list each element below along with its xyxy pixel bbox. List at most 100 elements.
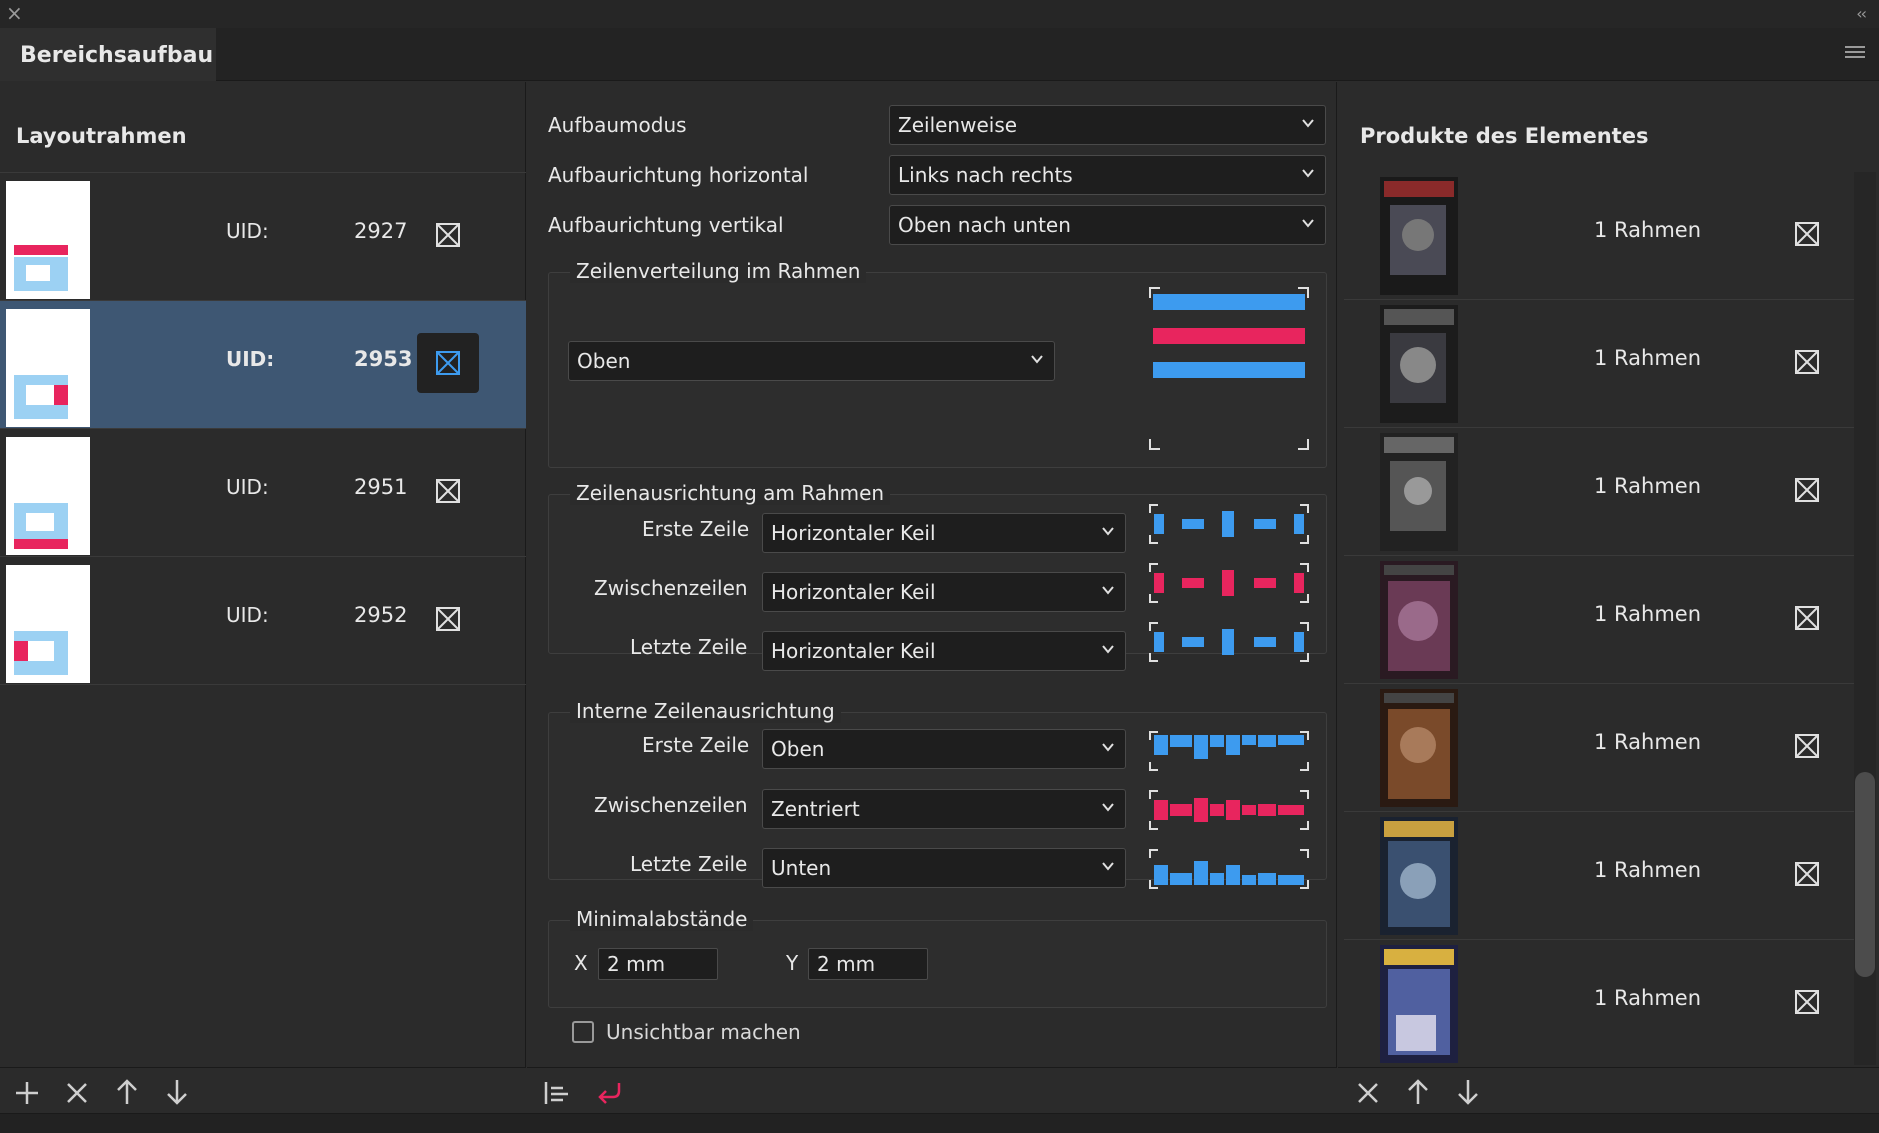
min-distance-y-input[interactable]: 2 mm xyxy=(808,948,928,980)
vertical-direction-select[interactable]: Oben nach unten xyxy=(889,205,1326,245)
resize-grip-bar[interactable] xyxy=(0,1113,1879,1133)
select-value: Horizontaler Keil xyxy=(771,521,936,545)
panel-menu-icon[interactable] xyxy=(1845,46,1865,62)
uid-label: UID: xyxy=(226,219,269,243)
product-row[interactable]: 1 Rahmen xyxy=(1344,428,1854,556)
remove-product-icon[interactable] xyxy=(1794,349,1820,375)
chevron-down-icon xyxy=(1302,169,1314,178)
uid-label: UID: xyxy=(226,475,269,499)
move-up-icon[interactable] xyxy=(114,1078,140,1106)
move-down-icon[interactable] xyxy=(164,1078,190,1106)
middle-toolbar xyxy=(527,1067,1337,1117)
remove-product-icon[interactable] xyxy=(1794,989,1820,1015)
y-label: Y xyxy=(786,951,799,975)
wedge-preview-icon xyxy=(1149,563,1309,603)
horizontal-direction-select[interactable]: Links nach rechts xyxy=(889,155,1326,195)
chevron-down-icon xyxy=(1102,586,1114,595)
layout-frame-row[interactable]: UID: 2953 xyxy=(0,301,526,429)
frame-count: 1 Rahmen xyxy=(1594,858,1702,882)
vertikal-label: Aufbaurichtung vertikal xyxy=(548,213,784,237)
delete-icon[interactable] xyxy=(64,1080,90,1106)
product-row[interactable]: 1 Rahmen xyxy=(1344,300,1854,428)
frame-thumbnail xyxy=(6,309,90,427)
zeilenverteilung-select[interactable]: Oben xyxy=(568,341,1055,381)
frame-count: 1 Rahmen xyxy=(1594,218,1702,242)
remove-frame-icon[interactable] xyxy=(435,222,461,248)
scrollbar-thumb[interactable] xyxy=(1855,772,1875,977)
group-title: Zeilenverteilung im Rahmen xyxy=(570,259,867,283)
product-row[interactable]: 1 Rahmen xyxy=(1344,812,1854,940)
remove-product-icon[interactable] xyxy=(1794,861,1820,887)
letzte-zeile-ausrichtung-select[interactable]: Horizontaler Keil xyxy=(762,631,1126,671)
panel-title: Produkte des Elementes xyxy=(1360,124,1649,148)
min-distance-x-input[interactable]: 2 mm xyxy=(598,948,718,980)
remove-product-icon[interactable] xyxy=(1794,733,1820,759)
remove-frame-icon[interactable] xyxy=(435,350,461,376)
remove-product-icon[interactable] xyxy=(1794,477,1820,503)
tab-bar: Bereichsaufbau xyxy=(0,28,1879,81)
chevron-down-icon xyxy=(1102,527,1114,536)
undo-icon[interactable] xyxy=(595,1079,623,1105)
uid-value: 2953 xyxy=(354,347,413,371)
uid-label: UID: xyxy=(226,347,275,371)
select-value: Oben xyxy=(771,737,825,761)
zwischenzeilen-label: Zwischenzeilen xyxy=(594,576,748,600)
frame-thumbnail xyxy=(6,565,90,683)
delete-icon[interactable] xyxy=(1355,1080,1381,1106)
uid-label: UID: xyxy=(226,603,269,627)
erste-zeile-label: Erste Zeile xyxy=(642,517,750,541)
layout-frame-row[interactable]: UID: 2952 xyxy=(0,557,526,685)
group-title: Interne Zeilenausrichtung xyxy=(570,699,841,723)
erste-zeile-intern-select[interactable]: Oben xyxy=(762,729,1126,769)
chevron-down-icon xyxy=(1102,803,1114,812)
collapse-panel-icon[interactable]: ‹‹ xyxy=(1856,4,1867,23)
remove-product-icon[interactable] xyxy=(1794,605,1820,631)
move-down-icon[interactable] xyxy=(1455,1078,1481,1106)
group-title: Zeilenausrichtung am Rahmen xyxy=(570,481,891,505)
remove-frame-icon[interactable] xyxy=(435,606,461,632)
frame-count: 1 Rahmen xyxy=(1594,730,1702,754)
product-row[interactable]: 1 Rahmen xyxy=(1344,556,1854,684)
letzte-zeile-intern-select[interactable]: Unten xyxy=(762,848,1126,888)
product-row[interactable]: 1 Rahmen xyxy=(1344,684,1854,812)
comic-cover-thumbnail xyxy=(1380,689,1458,807)
left-toolbar xyxy=(0,1067,526,1117)
remove-frame-icon[interactable] xyxy=(435,478,461,504)
horizontal-label: Aufbaurichtung horizontal xyxy=(548,163,809,187)
zwischenzeilen-intern-select[interactable]: Zentriert xyxy=(762,789,1126,829)
move-up-icon[interactable] xyxy=(1405,1078,1431,1106)
right-toolbar xyxy=(1338,1067,1879,1117)
product-row[interactable]: 1 Rahmen xyxy=(1344,940,1854,1065)
group-title: Minimalabstände xyxy=(570,907,754,931)
uid-value: 2927 xyxy=(354,219,408,243)
unsichtbar-checkbox[interactable] xyxy=(572,1021,594,1043)
close-icon[interactable]: × xyxy=(6,3,23,23)
comic-cover-thumbnail xyxy=(1380,305,1458,423)
zwischenzeilen-ausrichtung-select[interactable]: Horizontaler Keil xyxy=(762,572,1126,612)
panel-title: Layoutrahmen xyxy=(16,124,187,148)
align-top-preview-icon xyxy=(1149,731,1309,771)
aufbaumodus-select[interactable]: Zeilenweise xyxy=(889,105,1326,145)
letzte-zeile-label: Letzte Zeile xyxy=(630,635,748,659)
select-value: Oben xyxy=(577,349,631,373)
layout-frame-row[interactable]: UID: 2951 xyxy=(0,429,526,557)
layout-frame-row[interactable]: UID: 2927 xyxy=(0,173,526,301)
comic-cover-thumbnail xyxy=(1380,945,1458,1063)
add-icon[interactable] xyxy=(14,1080,40,1106)
remove-product-icon[interactable] xyxy=(1794,221,1820,247)
chevron-down-icon xyxy=(1302,119,1314,128)
letzte-zeile-label: Letzte Zeile xyxy=(630,852,748,876)
produkte-panel: Produkte des Elementes 1 Rahmen 1 Rahmen… xyxy=(1338,82,1879,1117)
aufbaumodus-label: Aufbaumodus xyxy=(548,113,687,137)
tab-bereichsaufbau[interactable]: Bereichsaufbau xyxy=(0,28,216,81)
chevron-down-icon xyxy=(1102,645,1114,654)
frame-count: 1 Rahmen xyxy=(1594,346,1702,370)
align-icon[interactable] xyxy=(543,1080,571,1106)
select-value: Horizontaler Keil xyxy=(771,639,936,663)
product-row[interactable]: 1 Rahmen xyxy=(1344,172,1854,300)
frame-thumbnail xyxy=(6,181,90,299)
select-value: Links nach rechts xyxy=(898,163,1073,187)
select-value: Zeilenweise xyxy=(898,113,1018,137)
frame-thumbnail xyxy=(6,437,90,555)
erste-zeile-ausrichtung-select[interactable]: Horizontaler Keil xyxy=(762,513,1126,553)
